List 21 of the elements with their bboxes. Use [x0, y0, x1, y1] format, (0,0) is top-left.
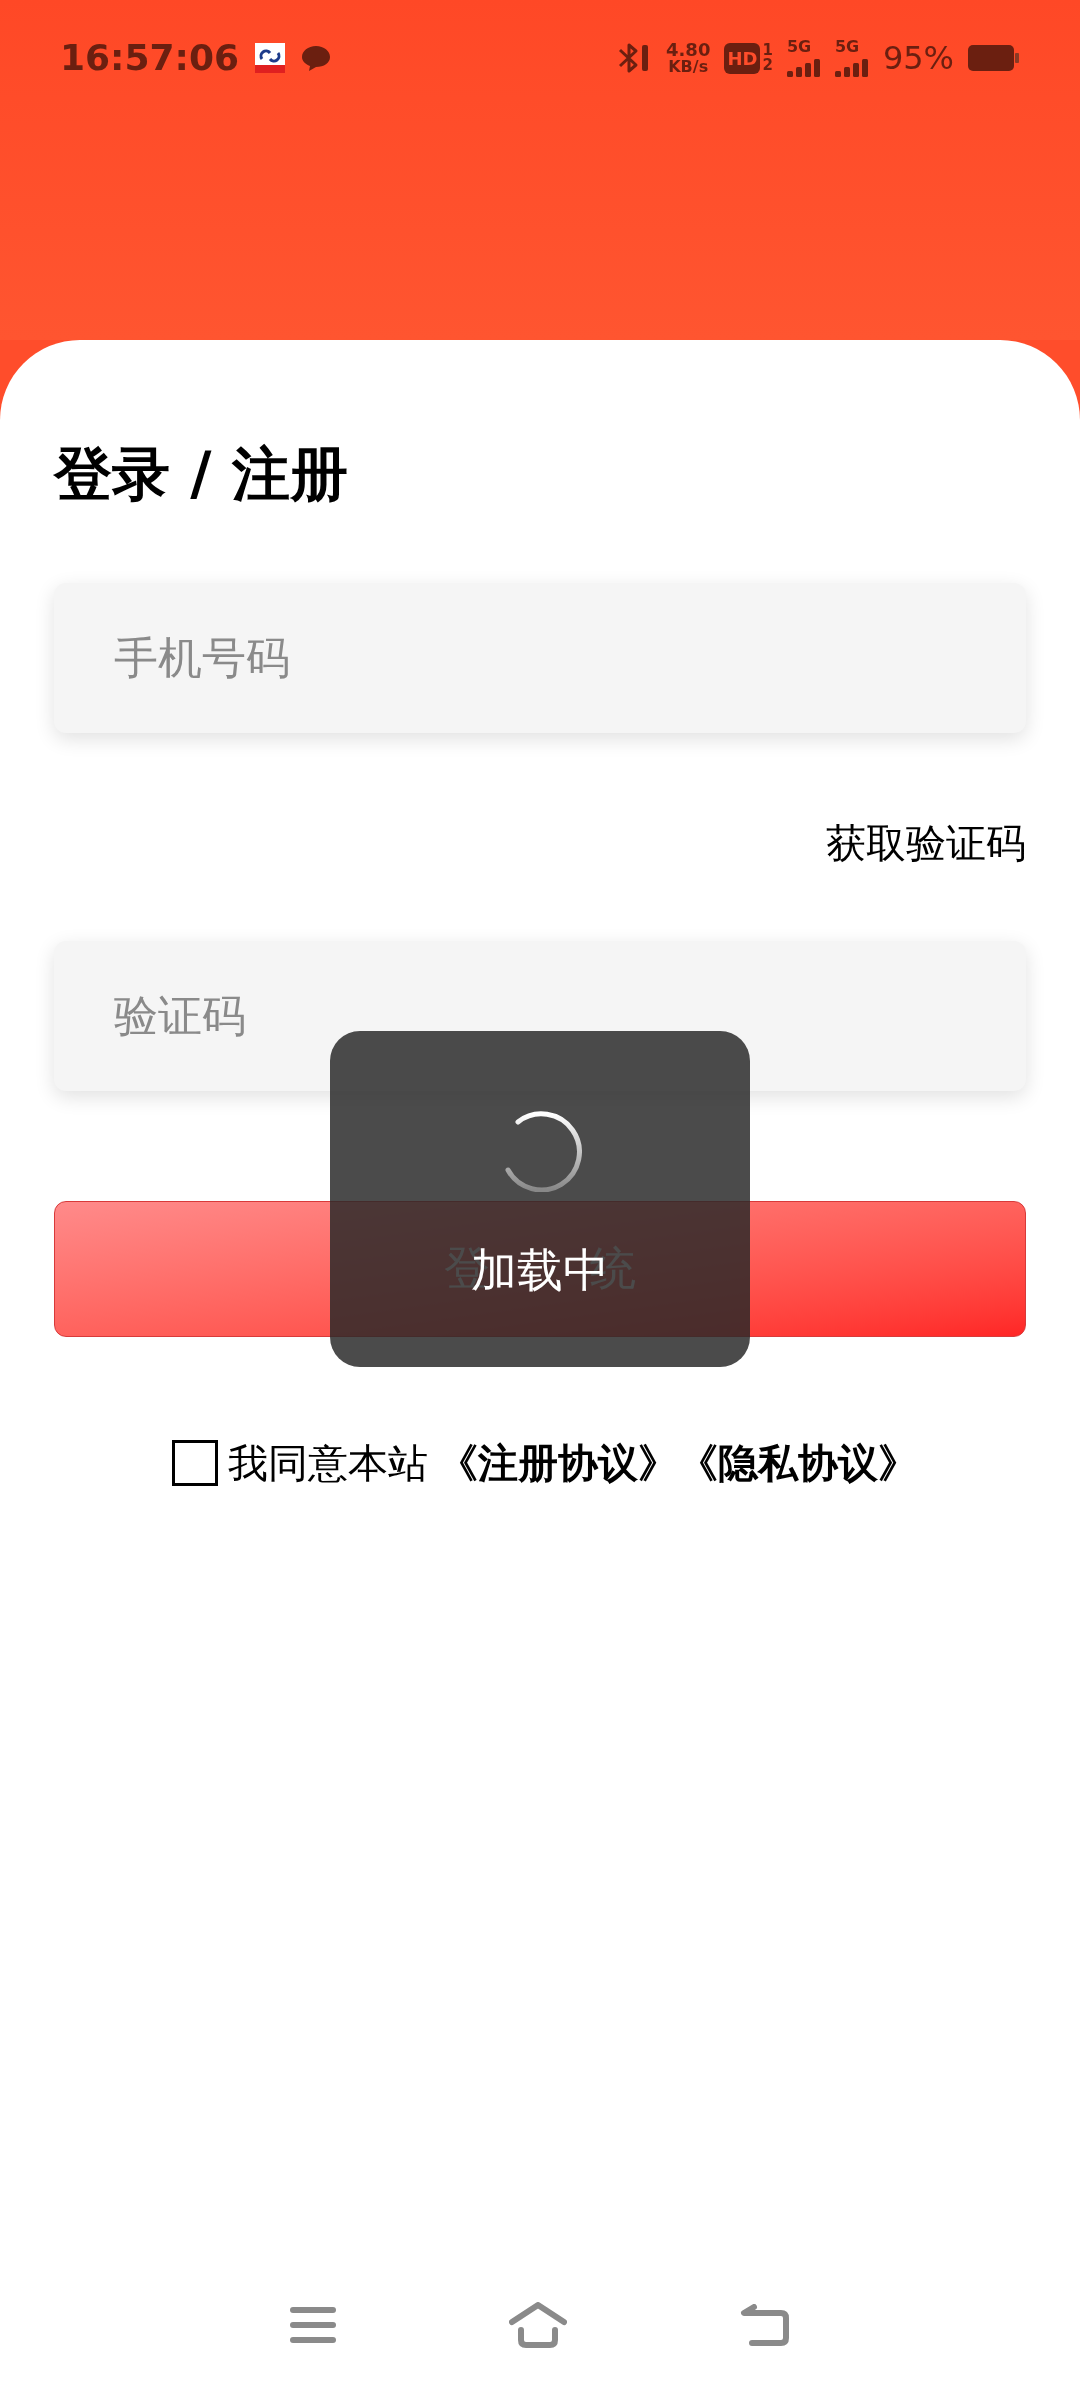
battery-icon [968, 45, 1020, 71]
phone-input-field[interactable]: 手机号码 [54, 582, 1026, 733]
agreement-text: 我同意本站 [228, 1438, 428, 1488]
menu-icon[interactable] [290, 2306, 337, 2344]
back-icon[interactable] [739, 2304, 790, 2346]
message-icon [301, 44, 332, 72]
hd-sim-label: 1 [762, 43, 773, 58]
home-icon[interactable] [509, 2302, 567, 2348]
agree-checkbox[interactable] [172, 1439, 218, 1486]
network-speed: 4.80 KB/s [666, 41, 711, 75]
hd-sim-label: 2 [762, 58, 773, 73]
agreement-link[interactable]: 《隐私协议》 [678, 1432, 918, 1493]
battery-percent: 95% [882, 38, 954, 79]
network-type: 5G [834, 39, 861, 55]
app-notification-icon [255, 43, 286, 73]
network-type: 5G [786, 39, 813, 55]
status-time: 16:57:06 [60, 36, 240, 80]
get-code-link[interactable]: 获取验证码 [826, 812, 1026, 873]
page-title: 登录 / 注册 [54, 439, 349, 510]
hd-badge: HD [724, 42, 761, 74]
agreement-link[interactable]: 《注册协议》 [438, 1432, 678, 1493]
